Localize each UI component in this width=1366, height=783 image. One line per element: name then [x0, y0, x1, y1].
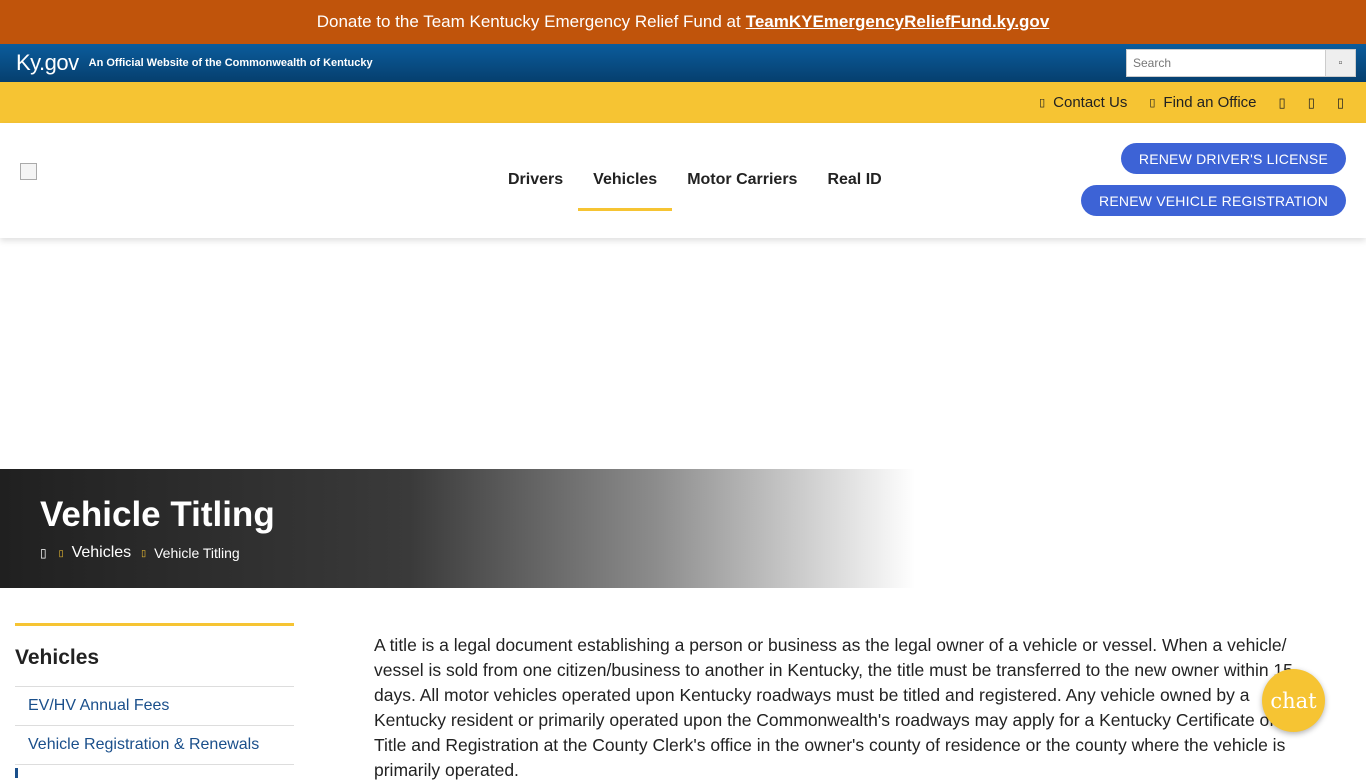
- search-input[interactable]: [1126, 49, 1326, 77]
- breadcrumb-current: Vehicle Titling: [154, 545, 240, 561]
- donate-link[interactable]: TeamKYEmergencyReliefFund.ky.gov: [746, 12, 1050, 32]
- nav-vehicles[interactable]: Vehicles: [578, 161, 673, 211]
- sidebar-item-ev-hv-fees[interactable]: EV/HV Annual Fees: [15, 687, 294, 726]
- chevron-right-icon: ▯: [58, 547, 64, 558]
- kygov-bar: Ky.gov An Official Website of the Common…: [0, 44, 1366, 82]
- nav-drivers[interactable]: Drivers: [493, 161, 578, 211]
- renew-registration-button[interactable]: RENEW VEHICLE REGISTRATION: [1081, 185, 1346, 216]
- breadcrumb-vehicles[interactable]: Vehicles: [72, 544, 132, 562]
- sidebar-active-marker: [15, 768, 18, 778]
- search-button[interactable]: ▫: [1326, 49, 1356, 77]
- donate-text: Donate to the Team Kentucky Emergency Re…: [316, 12, 741, 31]
- search-icon: ▫: [1338, 57, 1343, 69]
- nav-real-id[interactable]: Real ID: [812, 161, 896, 211]
- kygov-logo[interactable]: Ky.gov: [16, 50, 79, 76]
- sidebar-nav: Vehicles EV/HV Annual Fees Vehicle Regis…: [15, 623, 294, 778]
- chat-button[interactable]: chat: [1262, 669, 1325, 732]
- donate-banner: Donate to the Team Kentucky Emergency Re…: [0, 0, 1366, 44]
- main-nav: Drivers Vehicles Motor Carriers Real ID: [493, 161, 897, 211]
- page-hero: Vehicle Titling ▯ ▯ Vehicles ▯ Vehicle T…: [0, 469, 1366, 588]
- find-office-label: Find an Office: [1163, 94, 1257, 111]
- utility-bar: ▯ Contact Us ▯ Find an Office ▯ ▯ ▯: [0, 82, 1366, 123]
- social-icon-3[interactable]: ▯: [1337, 95, 1344, 111]
- renew-license-button[interactable]: RENEW DRIVER'S LICENSE: [1120, 143, 1346, 174]
- breadcrumb: ▯ ▯ Vehicles ▯ Vehicle Titling: [40, 544, 240, 562]
- map-marker-icon: ▯: [1149, 97, 1156, 109]
- content-paragraph: A title is a legal document establishing…: [374, 635, 1293, 780]
- kygov-tagline: An Official Website of the Commonwealth …: [88, 57, 373, 69]
- sidebar-item-registration-renewals[interactable]: Vehicle Registration & Renewals: [15, 726, 294, 765]
- contact-us-link[interactable]: ▯ Contact Us: [1039, 94, 1127, 111]
- social-icon-1[interactable]: ▯: [1279, 95, 1286, 111]
- site-header: Drivers Vehicles Motor Carriers Real ID …: [0, 123, 1366, 238]
- find-office-link[interactable]: ▯ Find an Office: [1149, 94, 1256, 111]
- site-logo[interactable]: [20, 163, 37, 180]
- contact-us-label: Contact Us: [1053, 94, 1128, 111]
- chevron-right-icon: ▯: [141, 547, 147, 558]
- social-icon-2[interactable]: ▯: [1308, 95, 1315, 111]
- home-icon[interactable]: ▯: [40, 546, 47, 560]
- contact-icon: ▯: [1039, 97, 1046, 109]
- search-bar: ▫: [1126, 49, 1356, 77]
- sidebar-heading: Vehicles: [15, 626, 294, 687]
- nav-motor-carriers[interactable]: Motor Carriers: [672, 161, 812, 211]
- page-title: Vehicle Titling: [40, 495, 275, 534]
